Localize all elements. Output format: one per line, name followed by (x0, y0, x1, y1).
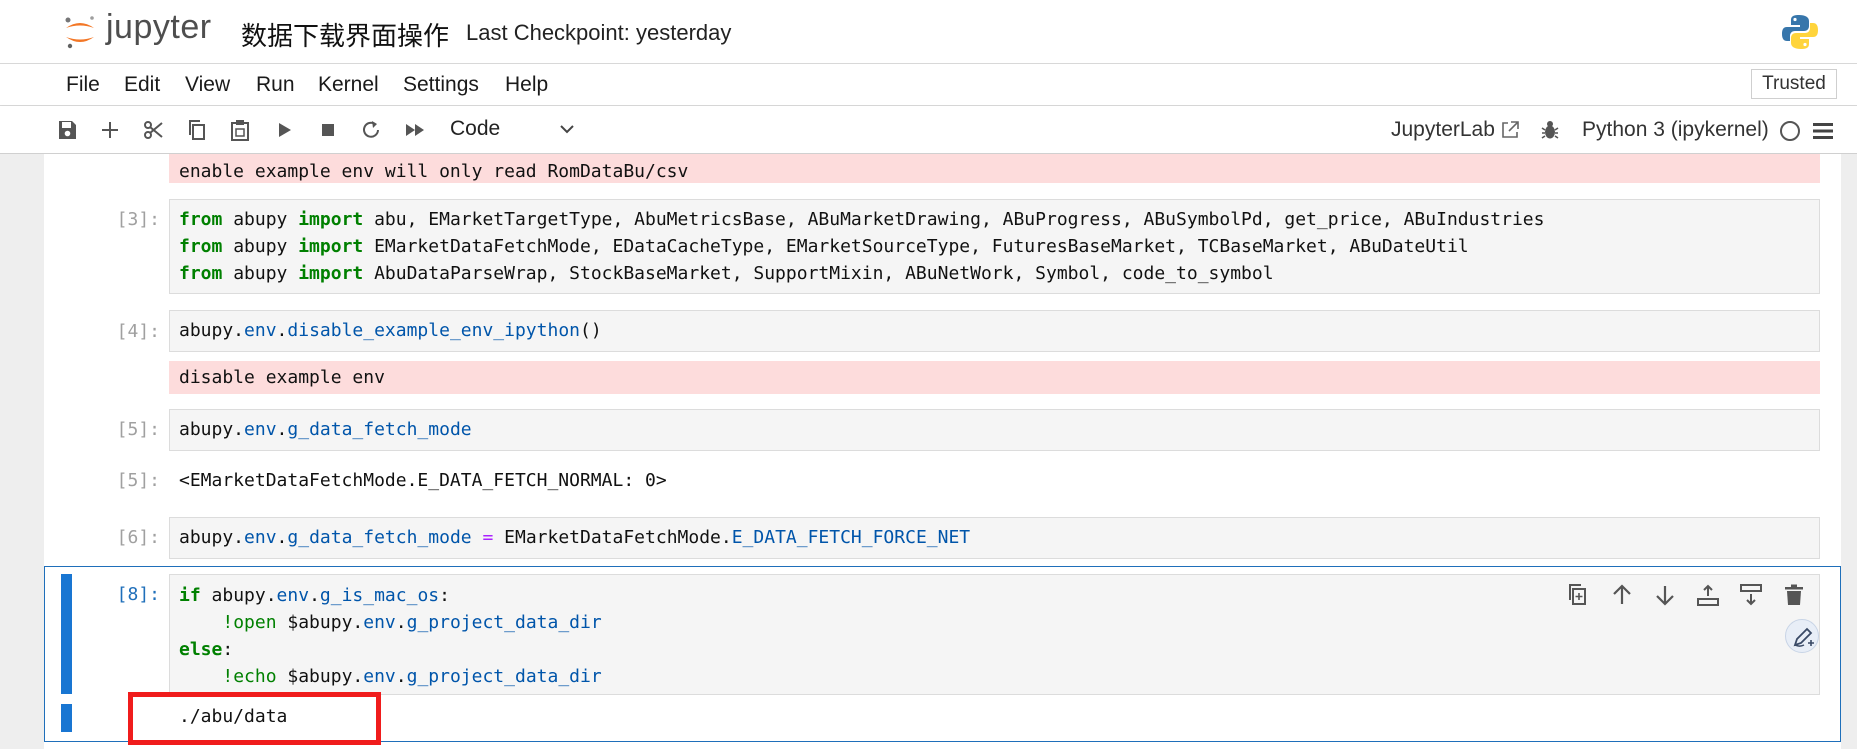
code-line: from abupy import EMarketDataFetchMode, … (179, 236, 1469, 257)
jupyter-logo-icon[interactable] (62, 14, 98, 50)
cell-type-select[interactable]: Code (450, 117, 580, 145)
menu-hamburger-icon[interactable] (1812, 121, 1834, 141)
code-line: else: (179, 639, 234, 660)
top-header: jupyter 数据下载界面操作 Last Checkpoint: yester… (0, 0, 1857, 64)
jupyter-logo-text: jupyter (106, 8, 212, 46)
copy-icon[interactable] (185, 118, 209, 142)
stop-icon[interactable] (316, 118, 340, 142)
kernel-status-icon (1780, 121, 1800, 141)
ai-assistant-button[interactable] (1785, 619, 1819, 653)
code-line: abupy.env.g_data_fetch_mode (179, 419, 472, 440)
code-cell-5[interactable]: abupy.env.g_data_fetch_mode (169, 409, 1820, 451)
input-prompt: [4]: (116, 321, 160, 342)
menu-file[interactable]: File (66, 73, 100, 97)
input-prompt: [6]: (116, 527, 160, 548)
add-cell-icon[interactable] (98, 118, 122, 142)
code-line: abupy.env.disable_example_env_ipython() (179, 320, 602, 341)
code-line: !open $abupy.env.g_project_data_dir (222, 612, 602, 633)
paste-icon[interactable] (228, 118, 252, 142)
output-collapser[interactable] (61, 704, 72, 732)
trusted-badge[interactable]: Trusted (1751, 69, 1837, 99)
highlight-box (128, 692, 381, 745)
notebook-title[interactable]: 数据下载界面操作 (241, 16, 449, 53)
external-link-icon[interactable] (1499, 119, 1521, 141)
stderr-output: enable example env will only read RomDat… (169, 154, 1820, 183)
code-line: from abupy import AbuDataParseWrap, Stoc… (179, 263, 1274, 284)
notebook-toolbar (0, 106, 1857, 154)
code-cell-4[interactable]: abupy.env.disable_example_env_ipython() (169, 310, 1820, 352)
input-collapser[interactable] (61, 574, 72, 694)
input-prompt: [8]: (116, 584, 160, 605)
output-prompt: [5]: (116, 470, 160, 491)
duplicate-cell-icon[interactable] (1566, 582, 1592, 608)
menu-run[interactable]: Run (256, 73, 295, 97)
pen-sparkle-icon (1793, 627, 1814, 647)
insert-below-icon[interactable] (1738, 582, 1764, 608)
menu-bar: File Edit View Run Kernel Settings Help (0, 64, 1857, 106)
kernel-name[interactable]: Python 3 (ipykernel) (1582, 118, 1769, 142)
debugger-bug-icon[interactable] (1539, 119, 1561, 141)
menu-kernel[interactable]: Kernel (318, 73, 379, 97)
insert-above-icon[interactable] (1695, 582, 1721, 608)
input-prompt: [3]: (116, 209, 160, 230)
fast-forward-icon[interactable] (403, 118, 427, 142)
menu-edit[interactable]: Edit (124, 73, 160, 97)
code-line: !echo $abupy.env.g_project_data_dir (222, 666, 602, 687)
code-line: from abupy import abu, EMarketTargetType… (179, 209, 1545, 230)
cut-icon[interactable] (142, 118, 166, 142)
input-prompt: [5]: (116, 419, 160, 440)
code-cell-3[interactable]: from abupy import abu, EMarketTargetType… (169, 199, 1820, 294)
code-line: abupy.env.g_data_fetch_mode = EMarketDat… (179, 527, 971, 548)
save-icon[interactable] (55, 118, 79, 142)
menu-help[interactable]: Help (505, 73, 548, 97)
cell-output: <EMarketDataFetchMode.E_DATA_FETCH_NORMA… (179, 470, 667, 491)
run-icon[interactable] (272, 118, 296, 142)
stderr-output: disable example env (169, 361, 1820, 394)
code-cell-6[interactable]: abupy.env.g_data_fetch_mode = EMarketDat… (169, 517, 1820, 559)
restart-icon[interactable] (359, 118, 383, 142)
move-down-icon[interactable] (1652, 582, 1678, 608)
last-checkpoint: Last Checkpoint: yesterday (466, 20, 732, 45)
move-up-icon[interactable] (1609, 582, 1635, 608)
menu-view[interactable]: View (185, 73, 230, 97)
chevron-down-icon (560, 125, 574, 134)
cell-action-toolbar (1566, 582, 1806, 610)
jupyterlab-link[interactable]: JupyterLab (1391, 118, 1495, 142)
delete-cell-icon[interactable] (1781, 582, 1807, 608)
menu-settings[interactable]: Settings (403, 73, 479, 97)
cell-type-value: Code (450, 117, 501, 140)
python-logo-icon (1782, 15, 1818, 49)
